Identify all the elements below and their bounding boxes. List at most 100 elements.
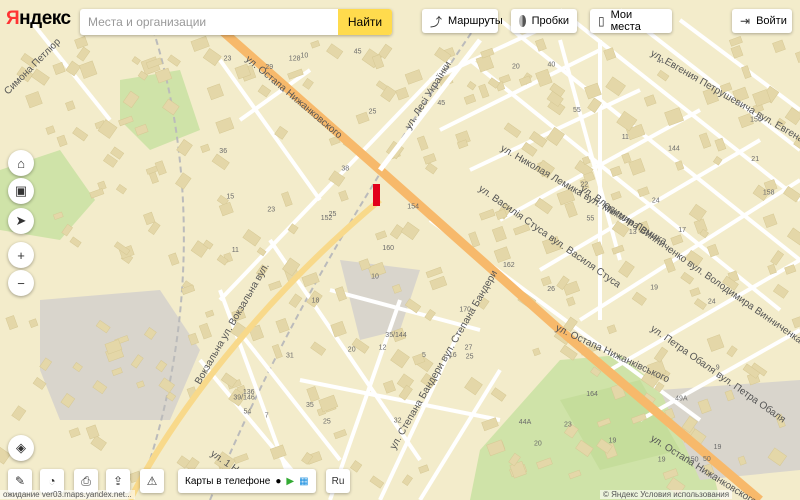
routes-button[interactable]: ⤴ Маршруты bbox=[422, 9, 503, 33]
house-number: 50 bbox=[703, 456, 711, 463]
house-number: 22 bbox=[580, 181, 588, 188]
house-number: 45 bbox=[437, 100, 445, 107]
home-icon: ⌂ bbox=[17, 155, 25, 171]
house-number: 21 bbox=[751, 156, 759, 163]
routes-label: Маршруты bbox=[448, 15, 503, 27]
minus-icon: − bbox=[17, 275, 25, 291]
house-number: 38 bbox=[341, 166, 349, 173]
login-button[interactable]: ⇥ Войти bbox=[732, 9, 792, 33]
android-icon: ▶ bbox=[286, 475, 295, 487]
map-canvas[interactable]: ул. Остапа Нижанковского ул. Остапа Нижа… bbox=[0, 0, 800, 500]
house-number: 23 bbox=[224, 55, 232, 62]
maps-on-phone-button[interactable]: Карты в телефоне ● ▶ ▦ bbox=[178, 469, 316, 493]
house-number: 20 bbox=[348, 346, 356, 353]
zoom-in-button[interactable]: + bbox=[8, 242, 34, 268]
search-box: Найти bbox=[80, 9, 392, 35]
house-number: 27 bbox=[465, 344, 473, 351]
house-number: 39/146 bbox=[233, 395, 255, 402]
location-marker bbox=[373, 184, 380, 206]
search-input[interactable] bbox=[80, 9, 346, 35]
house-number: 7 bbox=[265, 413, 269, 420]
apple-icon: ● bbox=[275, 475, 282, 487]
house-number: 17 bbox=[678, 227, 686, 234]
house-number: 160 bbox=[382, 245, 394, 252]
house-number: 16 bbox=[449, 352, 457, 359]
house-number: 55 bbox=[587, 216, 595, 223]
house-number: 158 bbox=[763, 189, 775, 196]
house-number: 32 bbox=[394, 418, 402, 425]
house-number: 10 bbox=[301, 53, 309, 60]
work-button[interactable]: ▣ bbox=[8, 178, 34, 204]
house-number: 23 bbox=[564, 422, 572, 429]
house-number: 18 bbox=[312, 298, 320, 305]
house-number: 156 bbox=[750, 116, 762, 123]
windows-icon: ▦ bbox=[299, 475, 309, 487]
layers-icon: ◈ bbox=[16, 440, 26, 455]
house-number: 9 bbox=[716, 364, 720, 371]
house-number: 144 bbox=[668, 146, 680, 153]
house-number: 36 bbox=[219, 148, 227, 155]
panorama-icon: ◔ bbox=[48, 474, 56, 488]
house-number: 12 bbox=[379, 345, 387, 352]
house-number: 41 bbox=[657, 58, 665, 65]
house-number: 19 bbox=[658, 456, 666, 463]
traffic-icon bbox=[519, 15, 526, 27]
ruler-icon: ✎ bbox=[14, 474, 26, 488]
bookmark-icon: ▯ bbox=[598, 14, 605, 28]
logo-black-part: ндекс bbox=[19, 8, 71, 29]
house-number: 25 bbox=[369, 109, 377, 116]
house-number: 162 bbox=[503, 262, 515, 269]
maps-on-phone-label: Карты в телефоне bbox=[185, 475, 271, 487]
house-number: 20 bbox=[534, 440, 542, 447]
traffic-label: Пробки bbox=[531, 15, 569, 27]
traffic-button[interactable]: Пробки bbox=[511, 9, 577, 33]
house-number: 10 bbox=[371, 273, 379, 280]
share-icon: ⇪ bbox=[112, 474, 124, 488]
house-number: 15 bbox=[226, 194, 234, 201]
language-button[interactable]: Ru bbox=[326, 469, 350, 493]
house-number: 29 bbox=[265, 64, 273, 71]
house-number: 19 bbox=[609, 438, 617, 445]
house-number: 11 bbox=[232, 247, 239, 254]
copyright-text[interactable]: © Яндекс Условия использования bbox=[600, 490, 733, 499]
house-number: 40 bbox=[548, 62, 556, 69]
status-text: ожидание ver03.maps.yandex.net... bbox=[0, 490, 135, 499]
login-label: Войти bbox=[756, 15, 787, 27]
house-number: 25 bbox=[329, 211, 337, 218]
logo-red-part: Я bbox=[6, 8, 20, 29]
geolocation-button[interactable]: ➤ bbox=[8, 208, 34, 234]
house-number: 150 bbox=[687, 457, 699, 464]
home-button[interactable]: ⌂ bbox=[8, 150, 34, 176]
house-number: 20 bbox=[512, 64, 520, 71]
warning-icon: ⚠ bbox=[146, 474, 158, 488]
house-number: 55 bbox=[573, 107, 581, 114]
house-number: 25 bbox=[323, 419, 331, 426]
house-number: 54 bbox=[244, 409, 252, 416]
briefcase-icon: ▣ bbox=[14, 183, 28, 198]
plus-icon: + bbox=[17, 247, 25, 263]
zoom-out-button[interactable]: − bbox=[8, 270, 34, 296]
house-number: 13 bbox=[629, 229, 637, 236]
login-icon: ⇥ bbox=[740, 14, 751, 28]
house-number: 24 bbox=[708, 299, 716, 306]
house-number: 23 bbox=[267, 206, 275, 213]
my-places-button[interactable]: ▯ Мои места bbox=[590, 9, 672, 33]
house-number: 31 bbox=[286, 353, 294, 360]
search-button[interactable]: Найти bbox=[338, 9, 392, 35]
house-number: 154 bbox=[407, 204, 419, 211]
house-number: 128 bbox=[289, 56, 301, 63]
house-number: 49А bbox=[675, 395, 688, 402]
layers-button[interactable]: ◈ bbox=[8, 435, 34, 461]
house-number: 24 bbox=[652, 198, 660, 205]
report-error-button[interactable]: ⚠ bbox=[140, 469, 164, 493]
house-number: 11 bbox=[622, 134, 629, 141]
my-places-label: Мои места bbox=[610, 9, 641, 33]
yandex-logo[interactable]: Яндекс bbox=[6, 8, 71, 30]
house-number: 19 bbox=[714, 444, 722, 451]
house-number: 35/144 bbox=[385, 332, 407, 339]
house-number: 26 bbox=[547, 286, 555, 293]
house-number: 25 bbox=[466, 353, 474, 360]
locate-arrow-icon: ➤ bbox=[15, 213, 27, 228]
print-icon: ⎙ bbox=[81, 473, 91, 488]
house-number: 164 bbox=[586, 391, 598, 398]
